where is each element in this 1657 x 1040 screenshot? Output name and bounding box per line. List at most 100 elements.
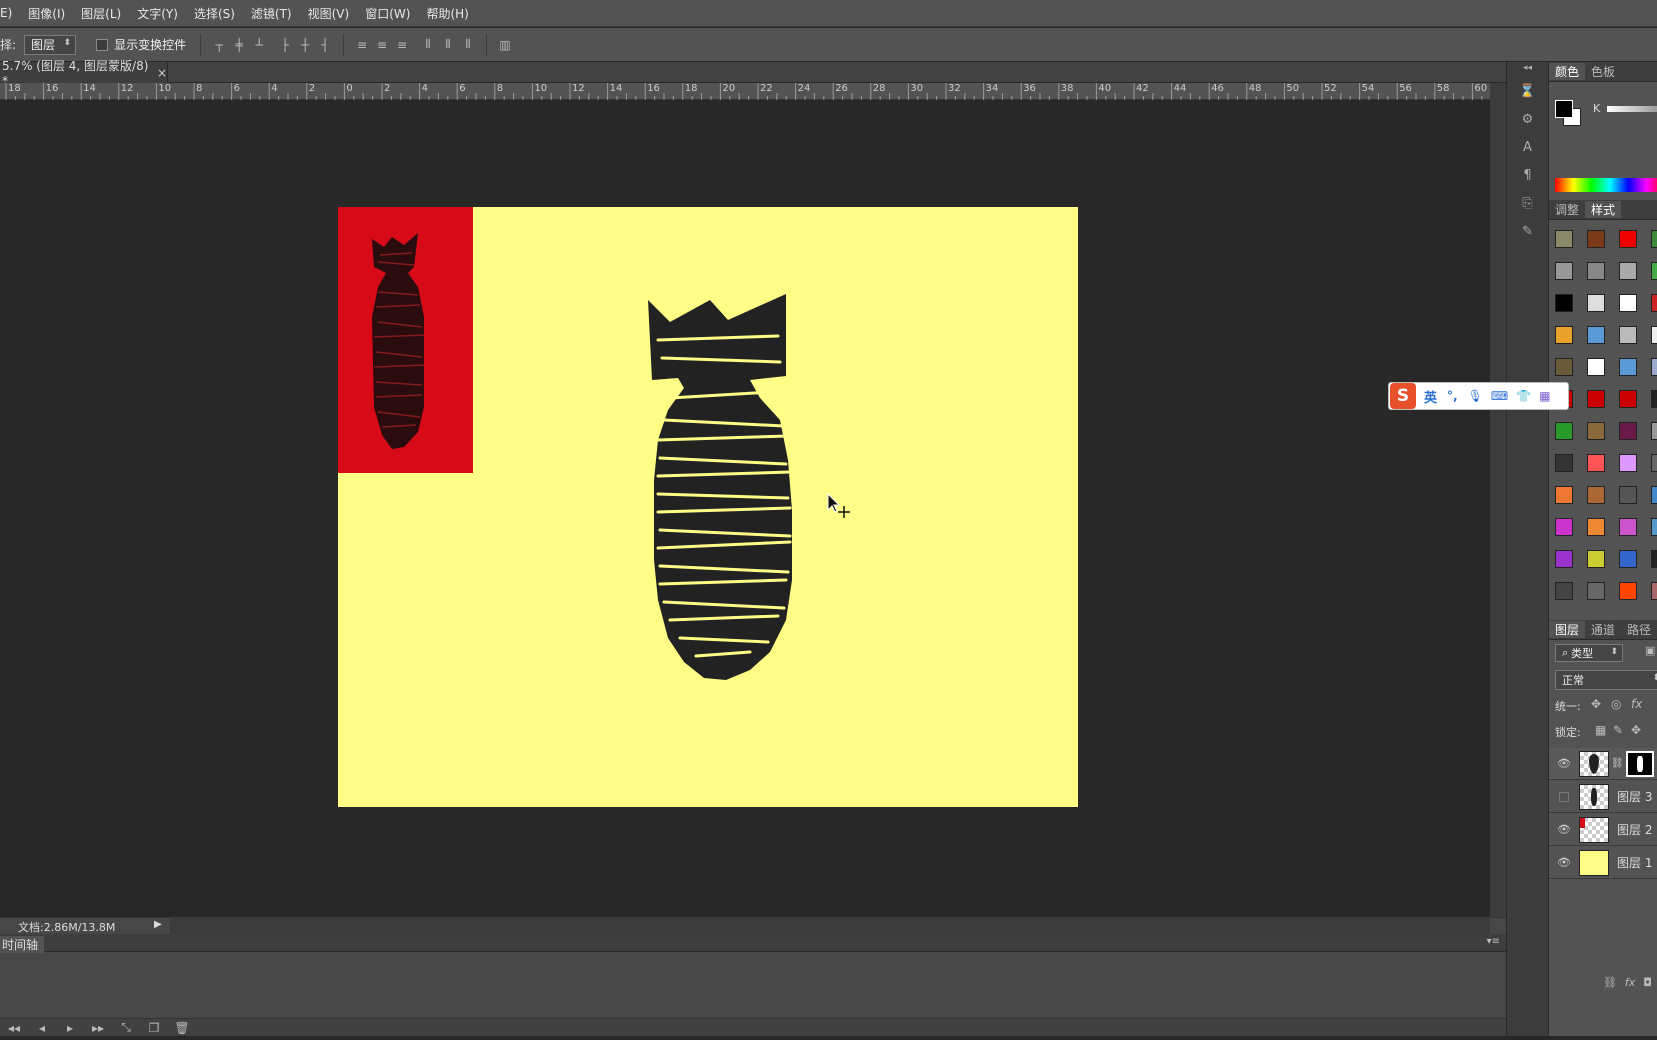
blend-mode-dropdown[interactable]: 正常 ⬍: [1555, 670, 1657, 690]
style-swatch[interactable]: [1587, 390, 1605, 408]
style-swatch[interactable]: [1651, 294, 1657, 312]
align-right-icon[interactable]: ┤: [317, 37, 333, 53]
play-icon[interactable]: ▸: [62, 1020, 78, 1036]
unify-position-icon[interactable]: ✥: [1591, 697, 1601, 711]
timeline-menu-icon[interactable]: ▾≡: [1487, 936, 1500, 947]
style-swatch[interactable]: [1651, 486, 1657, 504]
ime-lang[interactable]: 英: [1424, 387, 1437, 406]
color-spectrum[interactable]: [1555, 178, 1657, 192]
filter-image-icon[interactable]: ▣: [1645, 644, 1655, 657]
skin-icon[interactable]: 👕: [1516, 389, 1531, 403]
distribute-hcenter-icon[interactable]: ⫴: [440, 37, 456, 53]
visibility-eye-icon[interactable]: 👁: [1555, 854, 1573, 872]
keyboard-icon[interactable]: ⌨: [1491, 389, 1508, 403]
style-swatch[interactable]: [1555, 294, 1573, 312]
brush-preset-icon[interactable]: ✎: [1517, 220, 1539, 242]
distribute-vcenter-icon[interactable]: ≡: [374, 37, 390, 53]
style-swatch[interactable]: [1651, 582, 1657, 600]
style-swatch[interactable]: [1619, 326, 1637, 344]
style-swatch[interactable]: [1555, 454, 1573, 472]
menu-view[interactable]: 视图(V): [300, 5, 358, 22]
tab-layers[interactable]: 图层: [1549, 621, 1586, 638]
style-swatch[interactable]: [1587, 262, 1605, 280]
menu-filter[interactable]: 滤镜(T): [243, 5, 300, 22]
menu-select[interactable]: 选择(S): [186, 5, 243, 22]
tab-adjustments[interactable]: 调整: [1549, 201, 1585, 218]
style-swatch[interactable]: [1555, 326, 1573, 344]
layer-row-3[interactable]: 图层 3: [1549, 781, 1657, 813]
style-swatch[interactable]: [1619, 518, 1637, 536]
layer-mask-thumbnail[interactable]: [1625, 750, 1654, 777]
style-swatch[interactable]: [1555, 262, 1573, 280]
tab-color[interactable]: 颜色: [1549, 63, 1586, 80]
document-tab[interactable]: 5.7% (图层 4, 图层蒙版/8) * ×: [0, 59, 168, 88]
distribute-right-icon[interactable]: ⫴: [460, 37, 476, 53]
distribute-left-icon[interactable]: ⫴: [420, 37, 436, 53]
align-hcenter-icon[interactable]: ┼: [297, 37, 313, 53]
tab-swatches[interactable]: 色板: [1585, 63, 1621, 80]
mask-link-icon[interactable]: ⛓: [1611, 758, 1624, 769]
menu-edit[interactable]: E): [0, 6, 20, 20]
menu-type[interactable]: 文字(Y): [129, 5, 186, 22]
document-tab-close-icon[interactable]: ×: [157, 66, 167, 80]
lock-paint-icon[interactable]: ✎: [1613, 723, 1623, 737]
style-swatch[interactable]: [1587, 230, 1605, 248]
style-swatch[interactable]: [1651, 422, 1657, 440]
lock-pixels-icon[interactable]: ▦: [1595, 723, 1606, 737]
style-swatch[interactable]: [1651, 550, 1657, 568]
style-swatch[interactable]: [1651, 326, 1657, 344]
menu-layer[interactable]: 图层(L): [73, 5, 129, 22]
align-left-icon[interactable]: ├: [277, 37, 293, 53]
character-icon[interactable]: A: [1517, 136, 1539, 158]
first-frame-icon[interactable]: ◂◂: [6, 1020, 22, 1036]
duplicate-frame-icon[interactable]: ❐: [146, 1020, 162, 1036]
menu-image[interactable]: 图像(I): [20, 5, 73, 22]
add-style-icon[interactable]: fx: [1625, 976, 1635, 989]
style-swatch[interactable]: [1555, 422, 1573, 440]
style-swatch[interactable]: [1619, 390, 1637, 408]
menu-help[interactable]: 帮助(H): [418, 5, 476, 22]
clone-source-icon[interactable]: ⎘: [1517, 192, 1539, 214]
style-swatch[interactable]: [1619, 358, 1637, 376]
toolbox-icon[interactable]: ▦: [1539, 389, 1550, 403]
style-swatch[interactable]: [1587, 358, 1605, 376]
layer-row-4[interactable]: 👁 ⛓: [1549, 748, 1657, 780]
style-swatch[interactable]: [1651, 390, 1657, 408]
style-swatch[interactable]: [1651, 518, 1657, 536]
style-swatch[interactable]: [1619, 422, 1637, 440]
auto-align-icon[interactable]: ▥: [497, 37, 513, 53]
style-swatch[interactable]: [1587, 486, 1605, 504]
menu-window[interactable]: 窗口(W): [357, 5, 418, 22]
status-menu-arrow-icon[interactable]: ▶: [154, 919, 162, 930]
distribute-bottom-icon[interactable]: ≡: [394, 37, 410, 53]
paragraph-icon[interactable]: ¶: [1517, 164, 1539, 186]
style-swatch[interactable]: [1619, 262, 1637, 280]
style-swatch[interactable]: [1651, 358, 1657, 376]
style-swatch[interactable]: [1651, 230, 1657, 248]
visibility-eye-icon[interactable]: 👁: [1555, 821, 1573, 839]
layer-row-1[interactable]: 👁 图层 1: [1549, 847, 1657, 879]
distribute-top-icon[interactable]: ≡: [354, 37, 370, 53]
style-swatch[interactable]: [1619, 550, 1637, 568]
link-layers-icon[interactable]: ⛓: [1603, 976, 1617, 989]
style-swatch[interactable]: [1555, 358, 1573, 376]
unify-style-icon[interactable]: fx: [1631, 697, 1642, 711]
style-swatch[interactable]: [1619, 582, 1637, 600]
visibility-eye-icon[interactable]: 👁: [1555, 755, 1573, 773]
tab-channels[interactable]: 通道: [1585, 621, 1621, 638]
tab-paths[interactable]: 路径: [1621, 621, 1657, 638]
vertical-scrollbar[interactable]: [1490, 83, 1506, 934]
tween-icon[interactable]: ⤡: [118, 1020, 134, 1036]
add-mask-icon[interactable]: ◘: [1643, 976, 1652, 989]
style-swatch[interactable]: [1587, 422, 1605, 440]
style-swatch[interactable]: [1587, 454, 1605, 472]
style-swatch[interactable]: [1587, 518, 1605, 536]
delete-frame-icon[interactable]: 🗑: [174, 1020, 190, 1036]
show-transform-checkbox[interactable]: [96, 38, 109, 51]
next-frame-icon[interactable]: ▸▸: [90, 1020, 106, 1036]
align-bottom-icon[interactable]: ┴: [251, 37, 267, 53]
style-swatch[interactable]: [1587, 326, 1605, 344]
visibility-off-icon[interactable]: [1555, 788, 1573, 806]
style-swatch[interactable]: [1587, 294, 1605, 312]
layer-row-2[interactable]: 👁 图层 2: [1549, 814, 1657, 846]
